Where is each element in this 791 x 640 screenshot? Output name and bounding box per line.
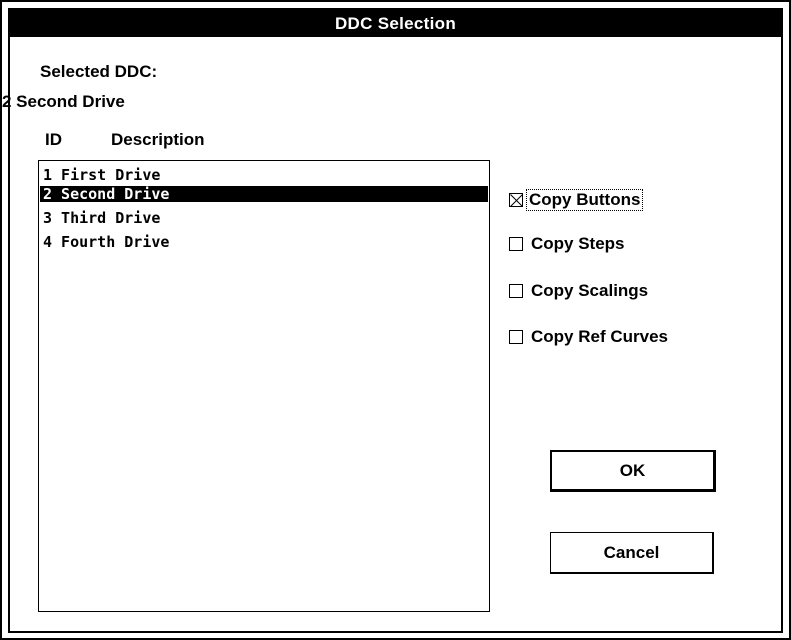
copy-ref-curves-label[interactable]: Copy Ref Curves: [529, 327, 670, 347]
copy-steps-label[interactable]: Copy Steps: [529, 234, 627, 254]
copy-buttons-checkbox[interactable]: Copy Buttons: [509, 189, 644, 211]
column-header-id: ID: [45, 130, 62, 149]
selected-ddc-heading: Selected DDC:: [40, 62, 158, 81]
checkbox-checked-icon[interactable]: [509, 193, 523, 207]
checkbox-unchecked-icon[interactable]: [509, 330, 523, 344]
list-item-second-drive[interactable]: 2 Second Drive: [40, 186, 488, 202]
selected-ddc-value: 2 Second Drive: [2, 92, 125, 111]
ddc-listbox[interactable]: 1 First Drive 2 Second Drive 3 Third Dri…: [38, 160, 490, 612]
copy-ref-curves-checkbox[interactable]: Copy Ref Curves: [509, 326, 670, 348]
list-item-first-drive[interactable]: 1 First Drive: [40, 167, 488, 183]
title-bar[interactable]: DDC Selection: [10, 10, 781, 37]
checkbox-unchecked-icon[interactable]: [509, 237, 523, 251]
copy-steps-checkbox[interactable]: Copy Steps: [509, 233, 627, 255]
cancel-button[interactable]: Cancel: [550, 532, 714, 574]
list-item-third-drive[interactable]: 3 Third Drive: [40, 210, 488, 226]
copy-buttons-label[interactable]: Copy Buttons: [525, 189, 644, 211]
list-item-fourth-drive[interactable]: 4 Fourth Drive: [40, 234, 488, 250]
ok-button[interactable]: OK: [550, 450, 716, 492]
column-header-description: Description: [111, 130, 205, 149]
ddc-selection-dialog: DDC Selection Selected DDC: 2 Second Dri…: [0, 0, 791, 640]
checkbox-unchecked-icon[interactable]: [509, 284, 523, 298]
copy-scalings-label[interactable]: Copy Scalings: [529, 281, 650, 301]
copy-scalings-checkbox[interactable]: Copy Scalings: [509, 280, 650, 302]
